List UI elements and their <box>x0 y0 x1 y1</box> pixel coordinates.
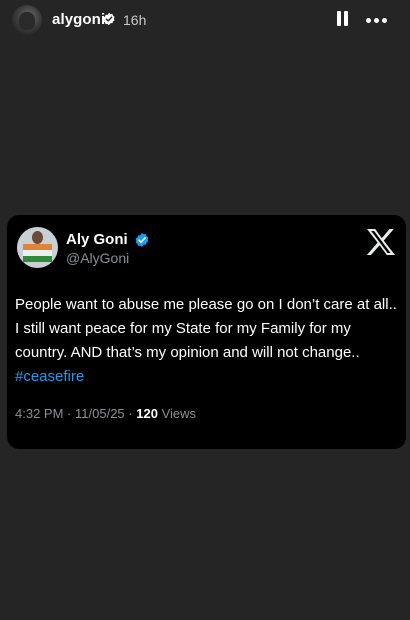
tweet-handle[interactable]: @AlyGoni <box>66 250 129 266</box>
tweet-display-name[interactable]: Aly Goni <box>66 231 128 248</box>
story-viewer: alygoni 16h Aly Goni @AlyGoni People wan… <box>0 0 410 620</box>
tweet-text: People want to abuse me please go on I d… <box>15 293 399 389</box>
dot <box>374 18 379 23</box>
dot <box>366 18 371 23</box>
flag-stripe-green <box>23 256 52 262</box>
story-time-ago: 16h <box>123 12 147 28</box>
meta-separator: · <box>67 406 72 421</box>
views-count: 120 <box>136 406 158 421</box>
x-logo-icon[interactable] <box>366 228 396 256</box>
tweet-meta: 4:32 PM · 11/05/25 · 120 Views <box>15 406 196 421</box>
verified-badge-icon <box>103 12 115 26</box>
dot <box>382 18 387 23</box>
views-label: Views <box>161 406 197 421</box>
meta-separator: · <box>128 406 133 421</box>
avatar-head <box>32 231 43 244</box>
story-header: alygoni 16h <box>0 0 410 40</box>
hashtag-link[interactable]: #ceasefire <box>15 368 84 385</box>
tweet-time: 4:32 PM <box>15 406 64 421</box>
verified-badge-icon <box>135 233 149 247</box>
tweet-date: 11/05/25 <box>75 406 125 421</box>
pause-icon[interactable] <box>333 9 351 29</box>
tweet-avatar[interactable] <box>17 227 58 268</box>
story-username[interactable]: alygoni <box>52 11 105 28</box>
more-horizontal-icon[interactable] <box>364 10 390 30</box>
tweet-body: People want to abuse me please go on I d… <box>15 296 397 361</box>
tweet-card[interactable]: Aly Goni @AlyGoni People want to abuse m… <box>7 215 406 449</box>
profile-avatar[interactable] <box>12 5 42 35</box>
